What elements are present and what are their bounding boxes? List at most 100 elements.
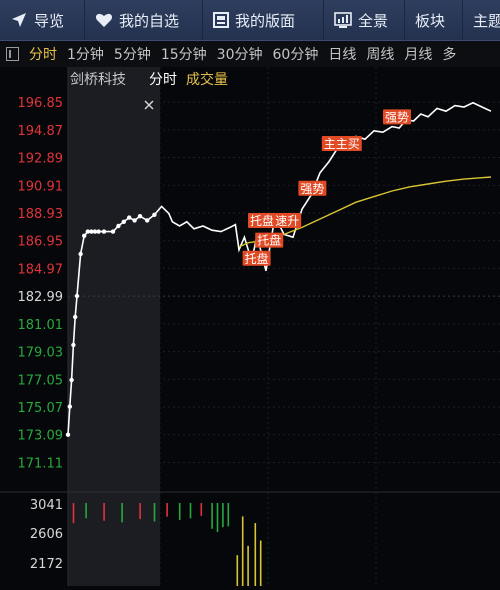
nav-label: 板块 — [415, 11, 446, 30]
volume-bar — [85, 503, 87, 519]
volume-bar — [259, 540, 262, 586]
signal-tag[interactable]: 托盘 — [255, 232, 284, 248]
signal-tag[interactable]: 强势 — [298, 180, 327, 196]
period-tab[interactable]: 月线 — [404, 47, 432, 63]
volume-bar — [241, 516, 244, 586]
price-point — [137, 214, 143, 219]
price-tick-label: 192.89 — [18, 152, 64, 167]
volume-bar — [254, 523, 257, 586]
layout-icon — [213, 12, 229, 28]
price-point — [71, 342, 76, 348]
period-tab[interactable]: 30分钟 — [217, 47, 263, 63]
price-point — [152, 212, 157, 217]
price-point — [73, 314, 78, 320]
volume-bar — [211, 503, 213, 529]
price-tick-label: 194.87 — [18, 124, 64, 139]
nav-item-panorama[interactable]: 全景 — [324, 0, 405, 40]
price-point — [145, 218, 150, 223]
price-point — [101, 229, 107, 234]
nav-item-sectors[interactable]: 板块 — [405, 0, 463, 40]
price-tick-label: 175.07 — [18, 401, 64, 416]
period-tab[interactable]: 日线 — [328, 47, 356, 63]
panel-toggle-icon[interactable] — [6, 47, 19, 61]
period-tab[interactable]: 多 — [442, 47, 456, 63]
heart-icon — [95, 12, 113, 28]
price-tick-label: 177.05 — [18, 373, 64, 388]
signal-tag[interactable]: 主主买 — [321, 136, 362, 151]
nav-label: 导览 — [34, 11, 65, 30]
volume-bar — [153, 503, 156, 522]
legend-stock-name: 剑桥科技 — [70, 72, 126, 88]
volume-axis: 3041 2606 2172 — [30, 498, 63, 572]
nav-label: 我的版面 — [235, 11, 296, 30]
price-tick-label: 190.91 — [18, 179, 64, 194]
price-point — [110, 229, 116, 234]
signal-tag-label: 托盘 — [245, 251, 269, 266]
signal-tag-label: 托盘 — [250, 213, 274, 228]
volume-bar — [189, 503, 192, 519]
price-point — [74, 293, 80, 299]
signal-tag[interactable]: 托盘 — [248, 213, 276, 228]
period-tab[interactable]: 5分钟 — [114, 47, 151, 63]
period-tabs: 分时 1分钟 5分钟 15分钟 30分钟 60分钟 日线 周线 月线多 — [29, 44, 466, 64]
price-point — [78, 251, 83, 257]
signal-tag-label: 主主买 — [324, 137, 360, 151]
nav-label: 我的自选 — [119, 11, 180, 30]
period-tab[interactable]: 60分钟 — [273, 47, 319, 63]
price-point — [82, 233, 87, 238]
nav-item-guide[interactable]: 导览 — [0, 0, 85, 40]
price-tick-label: 196.85 — [18, 96, 64, 111]
volume-bar — [103, 503, 105, 521]
premarket-shade — [68, 67, 160, 586]
price-point — [116, 223, 121, 229]
period-tab[interactable]: 分时 — [29, 47, 57, 63]
price-tick-label: 184.97 — [18, 262, 64, 277]
price-tick-label: 179.03 — [18, 346, 64, 361]
chart-screen-icon — [334, 12, 352, 28]
legend-indicator: 成交量 — [186, 71, 228, 88]
period-tab[interactable]: 15分钟 — [161, 47, 207, 63]
volume-bar — [166, 503, 168, 517]
signal-tag-label: 强势 — [300, 182, 324, 196]
price-tick-label: 186.95 — [18, 235, 64, 250]
nav-label: 主题 — [473, 11, 500, 30]
signal-tag-label: 速升 — [275, 214, 299, 228]
volume-bar — [227, 503, 230, 527]
top-navigation: 导览 我的自选 我的版面 全景 板块 主题 — [0, 0, 500, 41]
price-point — [67, 404, 73, 409]
volume-bar — [121, 503, 123, 523]
intraday-chart[interactable]: 196.85 194.87 192.89 190.91 188.93 186.95 184.… — [0, 67, 500, 586]
volume-bar — [216, 503, 219, 532]
price-point — [132, 218, 137, 223]
period-tab[interactable]: 1分钟 — [67, 47, 104, 63]
volume-bar — [139, 503, 141, 520]
nav-item-my-layout[interactable]: 我的版面 — [203, 0, 324, 40]
nav-item-themes[interactable]: 主题 — [463, 0, 500, 40]
signal-tag[interactable]: 速升 — [273, 213, 302, 228]
price-point — [127, 215, 132, 220]
price-tick-label: 173.09 — [18, 429, 64, 444]
volume-bar — [222, 503, 224, 528]
signal-tag[interactable]: 强势 — [383, 109, 411, 125]
price-tick-label: 171.11 — [18, 456, 64, 471]
legend-mode: 分时 — [149, 72, 177, 88]
volume-tick-label: 2172 — [30, 557, 63, 572]
price-tick-label: 188.93 — [18, 207, 64, 222]
navigation-arrow-icon — [10, 11, 28, 29]
signal-tag[interactable]: 托盘 — [242, 250, 271, 266]
price-point — [96, 229, 101, 234]
volume-tick-label: 3041 — [30, 498, 63, 513]
volume-bar — [72, 503, 75, 524]
period-tab[interactable]: 周线 — [366, 47, 394, 63]
price-tick-label: 182.99 — [18, 290, 64, 305]
volume-bar — [200, 503, 203, 516]
volume-bar — [178, 503, 181, 520]
signal-tag-label: 托盘 — [257, 233, 281, 248]
price-point — [121, 219, 127, 224]
nav-label: 全景 — [358, 11, 389, 30]
price-point — [69, 377, 74, 383]
period-bar: 分时 1分钟 5分钟 15分钟 30分钟 60分钟 日线 周线 月线多 — [0, 41, 500, 68]
signal-tag-label: 强势 — [385, 110, 409, 124]
price-tick-label: 181.01 — [18, 318, 64, 333]
nav-item-watchlist[interactable]: 我的自选 — [85, 0, 203, 40]
